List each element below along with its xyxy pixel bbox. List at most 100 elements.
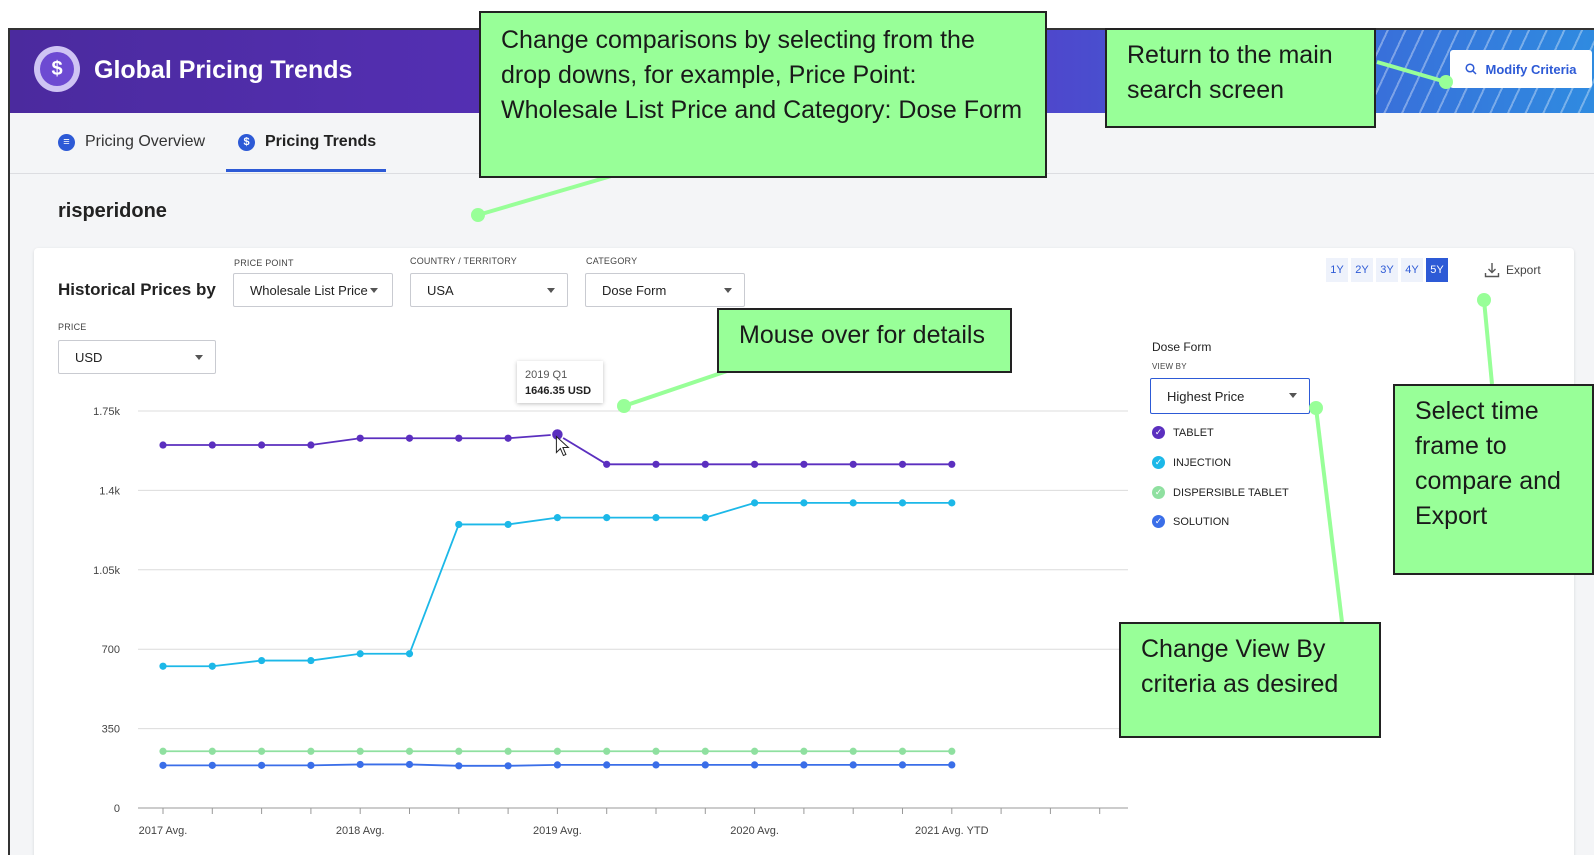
legend-item-injection[interactable]: ✓ INJECTION (1152, 456, 1231, 469)
tooltip-period: 2019 Q1 (525, 369, 568, 381)
series-line-injection (163, 501, 952, 668)
tab-label: Pricing Trends (265, 133, 377, 150)
search-icon (1465, 63, 1478, 75)
data-point (849, 761, 857, 769)
data-point (948, 747, 956, 755)
data-point (208, 441, 216, 449)
export-label: Export (1506, 263, 1541, 277)
x-tick-label: 2019 Avg. (533, 825, 582, 837)
checkbox-checked-icon: ✓ (1152, 515, 1165, 528)
data-point (258, 747, 266, 755)
data-point (652, 747, 660, 755)
data-point (159, 441, 167, 449)
data-point (603, 761, 611, 769)
tab-label: Pricing Overview (85, 133, 206, 150)
legend-label: DISPERSIBLE TABLET (1173, 486, 1289, 499)
data-point (652, 460, 660, 468)
data-point (800, 460, 808, 468)
view-by-dropdown[interactable]: Highest Price (1150, 378, 1310, 414)
data-point (849, 499, 857, 507)
app-title: Global Pricing Trends (94, 56, 353, 84)
callout-dropdowns: Change comparisons by selecting from the… (479, 11, 1047, 178)
x-tick-label: 2018 Avg. (336, 825, 385, 837)
data-point (356, 650, 364, 658)
data-point (455, 520, 463, 529)
data-point (603, 514, 611, 522)
data-point (208, 761, 216, 769)
data-point (701, 761, 709, 769)
data-point (751, 747, 759, 755)
checkbox-checked-icon: ✓ (1152, 486, 1165, 499)
period-1y-button[interactable]: 1Y (1326, 258, 1348, 282)
data-point (553, 514, 562, 522)
tooltip-value: 1646.35 USD (525, 385, 592, 397)
data-point (307, 761, 315, 769)
period-5y-button[interactable]: 5Y (1426, 258, 1448, 282)
y-tick-label: 350 (102, 724, 120, 736)
data-point (455, 747, 463, 755)
data-point (553, 747, 562, 755)
legend-title: Dose Form (1152, 340, 1212, 354)
data-point (356, 760, 364, 769)
y-tick-label: 1.05k (93, 565, 120, 577)
dollar-circle-icon: $ (34, 46, 80, 92)
callout-mouse-over: Mouse over for details (717, 308, 1012, 373)
legend-item-dispersible-tablet[interactable]: ✓ DISPERSIBLE TABLET (1152, 486, 1289, 499)
data-point (504, 762, 512, 770)
data-point (307, 656, 315, 665)
data-point (258, 656, 266, 665)
data-point (504, 434, 512, 442)
data-point (849, 460, 857, 468)
data-point (652, 761, 660, 769)
data-point (553, 761, 562, 769)
data-point (307, 747, 315, 755)
data-point (159, 761, 167, 769)
data-point (405, 650, 414, 658)
tab-pricing-overview[interactable]: ≡ Pricing Overview (58, 133, 205, 151)
data-point (356, 747, 364, 755)
checkbox-checked-icon: ✓ (1152, 456, 1165, 469)
legend-item-tablet[interactable]: ✓ TABLET (1152, 426, 1214, 439)
data-point (356, 434, 364, 442)
data-point (751, 460, 759, 468)
data-point (948, 499, 956, 507)
y-tick-label: 1.75k (93, 406, 120, 418)
dollar-icon: $ (238, 133, 255, 151)
data-point (948, 460, 956, 468)
data-point (898, 761, 907, 769)
x-tick-label: 2021 Avg. YTD (915, 825, 989, 837)
view-by-label: VIEW BY (1152, 362, 1187, 371)
legend-item-solution[interactable]: ✓ SOLUTION (1152, 515, 1229, 528)
active-tab-indicator (226, 169, 386, 172)
checkbox-checked-icon: ✓ (1152, 426, 1165, 439)
tab-pricing-trends[interactable]: $ Pricing Trends (238, 133, 376, 151)
view-by-value: Highest Price (1167, 388, 1245, 404)
drug-name: risperidone (58, 200, 167, 222)
y-tick-label: 0 (114, 803, 120, 815)
y-tick-label: 1.4k (99, 485, 120, 497)
modify-criteria-button[interactable]: Modify Criteria (1450, 50, 1592, 88)
data-point (405, 434, 414, 442)
legend-label: SOLUTION (1173, 515, 1230, 528)
data-point (405, 760, 414, 769)
data-point (603, 460, 611, 468)
period-selector: 1Y 2Y 3Y 4Y 5Y (1326, 258, 1448, 282)
callout-timeframe: Select time frame to compare and Export (1393, 384, 1594, 575)
period-2y-button[interactable]: 2Y (1351, 258, 1373, 282)
legend-label: TABLET (1173, 426, 1214, 439)
data-point (652, 514, 660, 522)
data-point (603, 747, 611, 755)
period-4y-button[interactable]: 4Y (1401, 258, 1423, 282)
data-point (751, 761, 759, 769)
legend-label: INJECTION (1173, 456, 1232, 469)
data-point (208, 747, 216, 755)
period-3y-button[interactable]: 3Y (1376, 258, 1398, 282)
data-point (455, 434, 463, 442)
data-point (751, 499, 759, 507)
export-button[interactable]: Export (1484, 262, 1541, 278)
data-point (208, 662, 216, 670)
data-point (455, 762, 463, 770)
data-point (800, 761, 808, 769)
callout-return: Return to the main search screen (1105, 28, 1376, 128)
callout-view-by: Change View By criteria as desired (1119, 622, 1381, 738)
